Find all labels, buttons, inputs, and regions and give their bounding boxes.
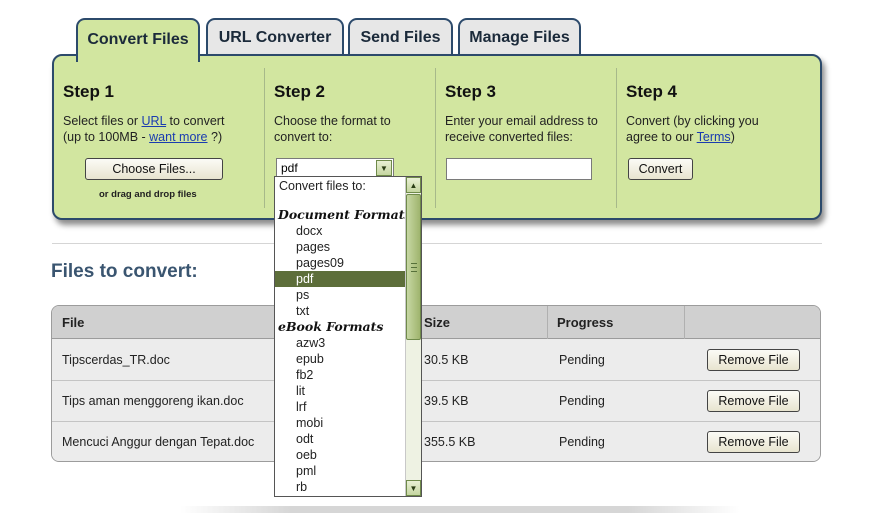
option-group-ebook: eBook Formats xyxy=(278,319,384,334)
remove-file-button[interactable]: Remove File xyxy=(707,390,800,412)
format-dropdown-list[interactable]: Convert files to: Document Formats docx … xyxy=(274,176,422,497)
step-4-text-b: agree to our xyxy=(626,130,697,144)
page-bottom-shadow xyxy=(180,506,740,513)
step-3-text-a: Enter your email address to xyxy=(445,114,598,128)
step-1: Step 1 Select files or URL to convert (u… xyxy=(54,56,264,218)
format-select-value: pdf xyxy=(281,161,298,175)
step-4-text-c: ) xyxy=(730,130,735,144)
file-size-cell: 39.5 KB xyxy=(424,394,469,408)
progress-cell: Pending xyxy=(559,394,605,408)
remove-file-button[interactable]: Remove File xyxy=(707,431,800,453)
option-pages[interactable]: pages xyxy=(275,239,405,255)
step-3-title: Step 3 xyxy=(445,82,497,101)
email-field[interactable] xyxy=(446,158,592,180)
option-ps[interactable]: ps xyxy=(275,287,405,303)
step-1-description: Select files or URL to convert (up to 10… xyxy=(63,113,224,145)
tab-convert-files[interactable]: Convert Files xyxy=(76,18,200,62)
step-3-description: Enter your email address to receive conv… xyxy=(445,113,598,145)
step-2-text-b: convert to: xyxy=(274,130,333,144)
step-1-text-b: to convert xyxy=(166,114,225,128)
tab-url-converter[interactable]: URL Converter xyxy=(206,18,344,58)
option-txt[interactable]: txt xyxy=(275,303,405,319)
tab-send-files[interactable]: Send Files xyxy=(348,18,453,58)
url-link[interactable]: URL xyxy=(142,114,167,128)
column-header-actions xyxy=(684,306,820,339)
step-2-text-a: Choose the format to xyxy=(274,114,391,128)
progress-cell: Pending xyxy=(559,353,605,367)
option-rb[interactable]: rb xyxy=(275,479,405,495)
column-header-progress: Progress xyxy=(557,315,614,330)
option-mobi[interactable]: mobi xyxy=(275,415,405,431)
option-lit[interactable]: lit xyxy=(275,383,405,399)
table-row: Tips aman menggoreng ikan.doc 39.5 KB Pe… xyxy=(52,381,820,422)
step-4-description: Convert (by clicking you agree to our Te… xyxy=(626,113,759,145)
step-3-text-b: receive converted files: xyxy=(445,130,573,144)
format-select[interactable]: pdf ▼ xyxy=(276,158,394,178)
scrollbar-thumb[interactable] xyxy=(406,194,421,340)
step-1-text-a: Select files or xyxy=(63,114,142,128)
step-1-text-c: (up to 100MB - xyxy=(63,130,150,144)
option-epub[interactable]: epub xyxy=(275,351,405,367)
dropdown-header: Convert files to: xyxy=(279,179,366,193)
option-lrf[interactable]: lrf xyxy=(275,399,405,415)
files-table: File Size Progress Tipscerdas_TR.doc 30.… xyxy=(51,305,821,462)
option-group-document: Document Formats xyxy=(278,207,412,222)
file-size-cell: 30.5 KB xyxy=(424,353,469,367)
file-size-cell: 355.5 KB xyxy=(424,435,476,449)
dropdown-scrollbar[interactable]: ▲ ▼ xyxy=(405,177,421,496)
option-fb2[interactable]: fb2 xyxy=(275,367,405,383)
option-odt[interactable]: odt xyxy=(275,431,405,447)
step-4: Step 4 Convert (by clicking you agree to… xyxy=(617,56,817,218)
chevron-down-icon[interactable]: ▼ xyxy=(376,160,392,176)
file-name-cell: Tipscerdas_TR.doc xyxy=(62,353,170,367)
tab-manage-files[interactable]: Manage Files xyxy=(458,18,581,58)
choose-files-button[interactable]: Choose Files... xyxy=(85,158,223,180)
option-pages09[interactable]: pages09 xyxy=(275,255,405,271)
drag-drop-hint: or drag and drop files xyxy=(99,189,197,200)
table-row: Tipscerdas_TR.doc 30.5 KB Pending Remove… xyxy=(52,340,820,381)
step-2-description: Choose the format to convert to: xyxy=(274,113,391,145)
column-header-size: Size xyxy=(424,315,451,330)
step-1-text-d: ?) xyxy=(207,130,223,144)
scroll-down-icon[interactable]: ▼ xyxy=(406,480,421,496)
option-azw3[interactable]: azw3 xyxy=(275,335,405,351)
step-2-title: Step 2 xyxy=(274,82,326,101)
step-4-text-a: Convert (by clicking you xyxy=(626,114,759,128)
option-pml[interactable]: pml xyxy=(275,463,405,479)
option-pdf[interactable]: pdf xyxy=(275,271,405,287)
option-oeb[interactable]: oeb xyxy=(275,447,405,463)
files-heading: Files to convert: xyxy=(51,261,198,282)
step-3: Step 3 Enter your email address to recei… xyxy=(436,56,616,218)
terms-link[interactable]: Terms xyxy=(697,130,731,144)
table-header: File Size Progress xyxy=(52,306,820,339)
scroll-up-icon[interactable]: ▲ xyxy=(406,177,421,193)
file-name-cell: Mencuci Anggur dengan Tepat.doc xyxy=(62,435,255,449)
option-docx[interactable]: docx xyxy=(275,223,405,239)
grip-icon xyxy=(411,263,417,272)
want-more-link[interactable]: want more xyxy=(149,130,207,144)
conversion-steps-panel: Step 1 Select files or URL to convert (u… xyxy=(52,54,822,220)
section-divider xyxy=(52,243,822,244)
convert-button[interactable]: Convert xyxy=(628,158,693,180)
step-1-title: Step 1 xyxy=(63,82,115,101)
step-4-title: Step 4 xyxy=(626,82,678,101)
remove-file-button[interactable]: Remove File xyxy=(707,349,800,371)
file-name-cell: Tips aman menggoreng ikan.doc xyxy=(62,394,244,408)
table-row: Mencuci Anggur dengan Tepat.doc 355.5 KB… xyxy=(52,422,820,461)
progress-cell: Pending xyxy=(559,435,605,449)
